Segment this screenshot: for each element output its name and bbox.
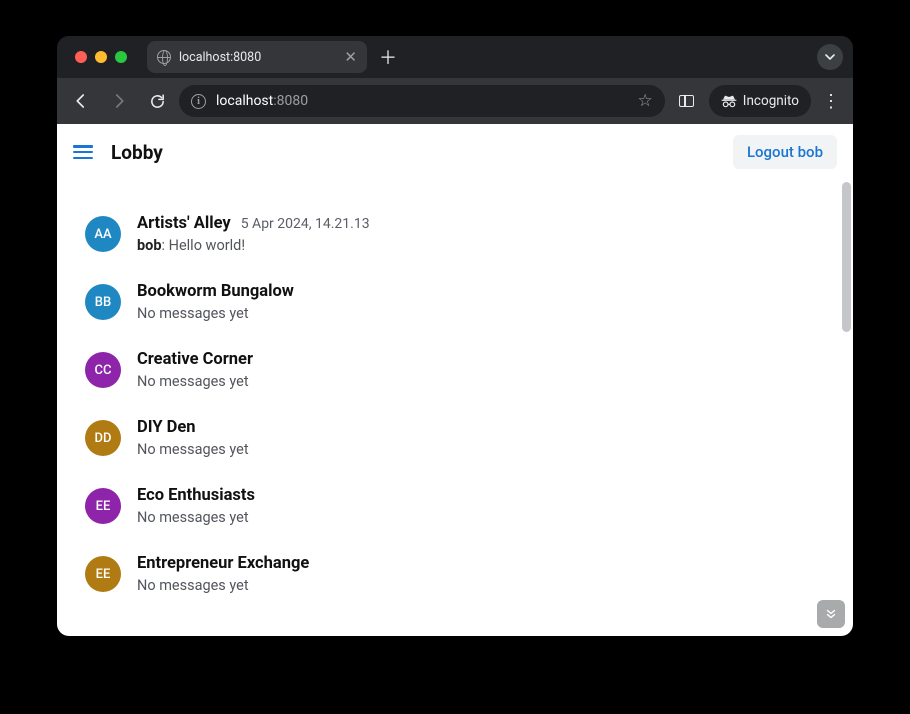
minimize-window-button[interactable] (95, 51, 107, 63)
room-body: Artists' Alley 5 Apr 2024, 14.21.13 bob: H… (137, 214, 825, 254)
panel-icon (679, 95, 694, 107)
window-controls (67, 51, 139, 63)
avatar: EE (85, 488, 121, 524)
tab-search-button[interactable] (817, 44, 843, 70)
room-item[interactable]: BB Bookworm Bungalow No messages yet (85, 268, 825, 336)
room-body: Creative Corner No messages yet (137, 350, 825, 390)
close-tab-button[interactable]: ✕ (344, 50, 357, 65)
room-body: Eco Enthusiasts No messages yet (137, 486, 825, 526)
browser-window: localhost:8080 ✕ ＋ i localhost:8080 ☆ (57, 36, 853, 636)
room-preview: No messages yet (137, 577, 825, 594)
room-body: DIY Den No messages yet (137, 418, 825, 458)
room-preview: No messages yet (137, 305, 825, 322)
room-item[interactable]: CC Creative Corner No messages yet (85, 336, 825, 404)
avatar: BB (85, 284, 121, 320)
menu-button[interactable] (73, 145, 93, 159)
room-item[interactable]: EE Eco Enthusiasts No messages yet (85, 472, 825, 540)
new-tab-button[interactable]: ＋ (375, 44, 401, 70)
incognito-icon (721, 94, 737, 108)
room-item[interactable]: DD DIY Den No messages yet (85, 404, 825, 472)
avatar: CC (85, 352, 121, 388)
room-name: Creative Corner (137, 350, 253, 369)
room-list-scroll[interactable]: AA Artists' Alley 5 Apr 2024, 14.21.13 bob:… (57, 180, 853, 636)
incognito-label: Incognito (743, 93, 799, 109)
room-preview: No messages yet (137, 509, 825, 526)
room-item[interactable]: AA Artists' Alley 5 Apr 2024, 14.21.13 bob:… (85, 200, 825, 268)
preview-text: No messages yet (137, 441, 249, 458)
room-timestamp: 5 Apr 2024, 14.21.13 (241, 216, 370, 232)
browser-menu-button[interactable]: ⋮ (817, 91, 845, 112)
browser-toolbar: i localhost:8080 ☆ Incognito ⋮ (57, 78, 853, 124)
scroll-down-button[interactable] (817, 600, 845, 628)
room-body: Bookworm Bungalow No messages yet (137, 282, 825, 322)
site-info-icon[interactable]: i (191, 94, 206, 109)
room-name: Eco Enthusiasts (137, 486, 255, 505)
browser-tab[interactable]: localhost:8080 ✕ (147, 41, 367, 73)
room-name: DIY Den (137, 418, 196, 437)
logout-button[interactable]: Logout bob (733, 135, 837, 169)
room-body: Entrepreneur Exchange No messages yet (137, 554, 825, 594)
scrollbar-thumb[interactable] (842, 182, 851, 332)
room-item[interactable]: EE Entrepreneur Exchange No messages yet (85, 540, 825, 608)
side-panel-button[interactable] (671, 85, 703, 117)
incognito-indicator[interactable]: Incognito (709, 85, 811, 117)
preview-text: No messages yet (137, 509, 249, 526)
room-name: Entrepreneur Exchange (137, 554, 309, 573)
forward-button[interactable] (103, 85, 135, 117)
url-text: localhost:8080 (216, 93, 628, 109)
bookmark-star-icon[interactable]: ☆ (638, 91, 653, 111)
avatar: AA (85, 216, 121, 252)
room-preview: No messages yet (137, 441, 825, 458)
preview-text: No messages yet (137, 577, 249, 594)
app-header: Lobby Logout bob (57, 124, 853, 180)
app-content: Lobby Logout bob AA Artists' Alley 5 Apr 2… (57, 124, 853, 636)
maximize-window-button[interactable] (115, 51, 127, 63)
preview-text: : Hello world! (162, 237, 246, 254)
address-bar[interactable]: i localhost:8080 ☆ (179, 85, 665, 117)
room-preview: bob: Hello world! (137, 237, 825, 254)
room-name: Bookworm Bungalow (137, 282, 294, 301)
room-name: Artists' Alley (137, 214, 231, 233)
preview-text: No messages yet (137, 373, 249, 390)
reload-button[interactable] (141, 85, 173, 117)
room-preview: No messages yet (137, 373, 825, 390)
preview-text: No messages yet (137, 305, 249, 322)
tab-strip: localhost:8080 ✕ ＋ (57, 36, 853, 78)
back-button[interactable] (65, 85, 97, 117)
preview-author: bob (137, 237, 162, 254)
page-title: Lobby (111, 141, 163, 164)
close-window-button[interactable] (75, 51, 87, 63)
tab-title: localhost:8080 (179, 50, 336, 65)
avatar: DD (85, 420, 121, 456)
room-list: AA Artists' Alley 5 Apr 2024, 14.21.13 bob:… (57, 180, 853, 628)
globe-icon (157, 50, 171, 64)
avatar: EE (85, 556, 121, 592)
